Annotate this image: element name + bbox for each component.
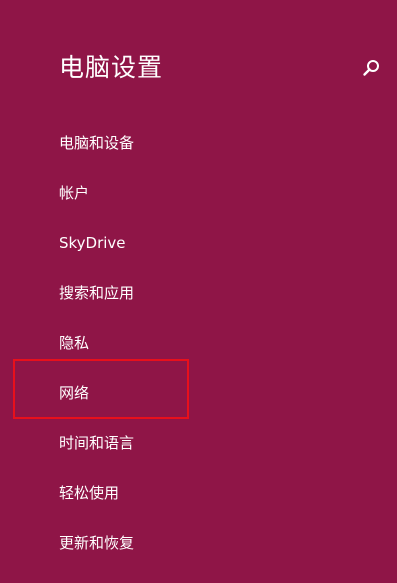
nav-item-skydrive[interactable]: SkyDrive bbox=[0, 218, 397, 268]
nav-item-pc-and-devices[interactable]: 电脑和设备 bbox=[0, 118, 397, 168]
header: 电脑设置 bbox=[0, 0, 397, 110]
search-icon bbox=[363, 60, 379, 76]
nav-item-accounts[interactable]: 帐户 bbox=[0, 168, 397, 218]
nav-item-label: 轻松使用 bbox=[59, 484, 120, 502]
nav-item-label: 网络 bbox=[59, 384, 90, 402]
nav-item-label: 帐户 bbox=[59, 184, 90, 202]
search-button[interactable] bbox=[359, 57, 383, 81]
nav-item-time-and-language[interactable]: 时间和语言 bbox=[0, 418, 397, 468]
nav-item-network[interactable]: 网络 bbox=[0, 368, 397, 418]
nav-item-label: 电脑和设备 bbox=[59, 134, 135, 152]
nav-item-label: 隐私 bbox=[59, 334, 90, 352]
nav-item-label: 搜索和应用 bbox=[59, 284, 135, 302]
nav-item-search-and-apps[interactable]: 搜索和应用 bbox=[0, 268, 397, 318]
nav-item-label: SkyDrive bbox=[59, 234, 126, 252]
nav-item-label: 更新和恢复 bbox=[59, 534, 135, 552]
page-title: 电脑设置 bbox=[59, 53, 164, 82]
nav-item-privacy[interactable]: 隐私 bbox=[0, 318, 397, 368]
nav-item-label: 时间和语言 bbox=[59, 434, 135, 452]
nav-item-ease-of-access[interactable]: 轻松使用 bbox=[0, 468, 397, 518]
nav-item-update-and-recovery[interactable]: 更新和恢复 bbox=[0, 518, 397, 568]
